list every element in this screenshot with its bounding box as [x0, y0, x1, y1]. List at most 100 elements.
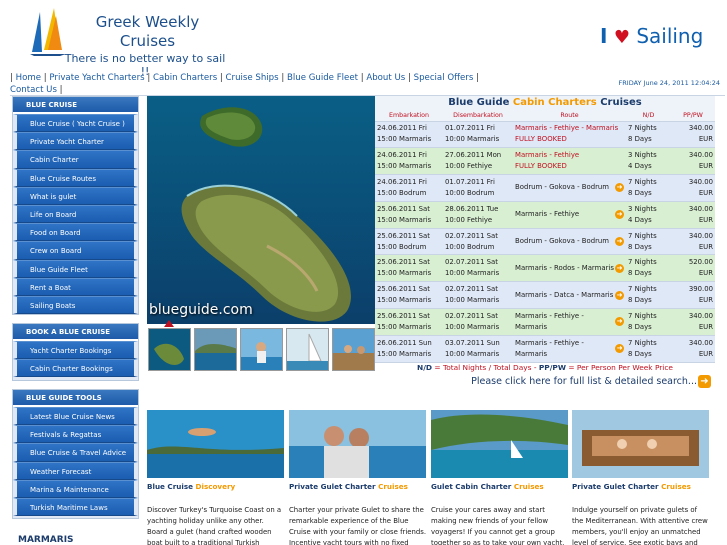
nav-cabin-charters[interactable]: Cabin Charters: [153, 73, 217, 83]
card-title[interactable]: Private Gulet Charter Cruises: [572, 482, 709, 496]
card-title[interactable]: Blue Cruise Discovery: [147, 482, 284, 496]
site-title[interactable]: Greek Weekly Cruises: [90, 13, 205, 51]
thumbnail-3[interactable]: [240, 328, 283, 371]
nav-about-us[interactable]: About Us: [366, 73, 405, 83]
days: 8 Days: [628, 269, 652, 278]
row-arrow-icon[interactable]: ➜: [615, 263, 624, 273]
legend-pp-text: = Per Person Per Week Price: [568, 363, 673, 372]
card-title[interactable]: Gulet Cabin Charter Cruises: [431, 482, 568, 496]
cruise-row[interactable]: 24.06.2011 Fri 15:00 Bodrum 01.07.2011 Fri…: [375, 174, 715, 202]
cruise-row[interactable]: 25.06.2011 Sat 15:00 Marmaris 02.07.2011 S…: [375, 281, 715, 310]
sidebar-item-marina[interactable]: Marina & Maintenance: [13, 479, 138, 498]
full-list-link[interactable]: Please click here for full list & detail…: [375, 376, 697, 387]
arrow-right-icon[interactable]: ➜: [698, 375, 711, 388]
card-blue-cruise[interactable]: Blue Cruise Discovery Discover Turkey's …: [147, 410, 284, 545]
cruise-row[interactable]: 24.06.2011 Fri 15:00 Marmaris 01.07.2011 F…: [375, 121, 715, 149]
card-cabin-charter[interactable]: Gulet Cabin Charter Cruises Cruise your …: [431, 410, 568, 545]
cell-route[interactable]: Marmaris - Rodos - Marmaris ➜: [513, 254, 626, 283]
emb-time-port: 15:00 Marmaris: [377, 296, 432, 305]
row-arrow-icon[interactable]: ➜: [615, 317, 624, 327]
card-image-gulet[interactable]: [572, 410, 709, 478]
sidebar-item-life-on-board[interactable]: Life on Board: [13, 204, 138, 224]
sidebar-item-weather[interactable]: Weather Forecast: [13, 461, 138, 480]
sidebar-item-maritime-laws[interactable]: Turkish Maritime Laws: [13, 497, 138, 517]
dis-date: 27.06.2011 Mon: [445, 151, 502, 160]
nav-special-offers[interactable]: Special Offers: [414, 73, 474, 83]
nav-home[interactable]: Home: [16, 73, 41, 83]
cruise-row[interactable]: 25.06.2011 Sat 15:00 Marmaris 28.06.2011 T…: [375, 201, 715, 229]
route-name: Bodrum - Gokova - Bodrum: [515, 183, 610, 192]
sidebar-item-crew-on-board[interactable]: Crew on Board: [13, 241, 138, 260]
sidebar-item-cabin-charter-bookings[interactable]: Cabin Charter Bookings: [13, 359, 138, 378]
island-aerial-photo[interactable]: [147, 96, 375, 324]
cell-embarkation: 25.06.2011 Sat 15:00 Marmaris: [375, 281, 443, 310]
thumbnail-1[interactable]: [148, 328, 191, 371]
sidebar-item-cabin-charter[interactable]: Cabin Charter: [13, 150, 138, 169]
sidebar-item-blue-cruise[interactable]: Blue Cruise ( Yacht Cruise ): [13, 114, 138, 133]
sidebar-item-blue-guide-fleet[interactable]: Blue Guide Fleet: [13, 259, 138, 278]
thumbnail-2[interactable]: [194, 328, 237, 371]
card-title-text: Private Gulet Charter: [572, 482, 659, 491]
dis-time-port: 10:00 Marmaris: [445, 296, 500, 305]
nav-contact-us[interactable]: Contact Us: [10, 85, 57, 95]
price-value: 340.00: [688, 231, 713, 240]
row-arrow-icon[interactable]: ➜: [615, 344, 624, 354]
sidebar-blue-cruise: BLUE CRUISE Blue Cruise ( Yacht Cruise )…: [12, 96, 139, 315]
cruise-row[interactable]: 25.06.2011 Sat 15:00 Bodrum 02.07.2011 Sat…: [375, 228, 715, 256]
card-image-diver[interactable]: [147, 410, 284, 478]
sailboat-logo-icon[interactable]: [20, 6, 80, 56]
nav-private-yacht-charters[interactable]: Private Yacht Charters: [49, 73, 144, 83]
site-title-line2: Cruises: [119, 32, 176, 50]
card-title[interactable]: Private Gulet Charter Cruises: [289, 482, 426, 496]
dis-date: 02.07.2011 Sat: [445, 311, 498, 320]
cell-disembarkation: 02.07.2011 Sat 10:00 Marmaris: [443, 308, 513, 336]
cell-route[interactable]: Marmaris - Datca - Marmaris ➜: [513, 281, 626, 310]
sidebar-item-food-on-board[interactable]: Food on Board: [13, 223, 138, 242]
legend-nd-text: = Total Nights / Total Days -: [434, 363, 537, 372]
cell-price: 340.00 EUR: [671, 201, 715, 229]
cell-route[interactable]: Marmaris - Fethiye - Marmaris ➜: [513, 335, 626, 363]
row-arrow-icon[interactable]: ➜: [615, 290, 624, 300]
card-image-couple[interactable]: [289, 410, 426, 478]
sidebar-item-festivals[interactable]: Festivals & Regattas: [13, 425, 138, 444]
cruise-row[interactable]: 25.06.2011 Sat 15:00 Marmaris 02.07.2011 S…: [375, 308, 715, 336]
cell-route[interactable]: Bodrum - Gokova - Bodrum ➜: [513, 228, 626, 256]
dis-time-port: 10:00 Bodrum: [445, 188, 495, 197]
cruise-row[interactable]: 26.06.2011 Sun 15:00 Marmaris 03.07.2011 S…: [375, 335, 715, 363]
card-private-gulet-2[interactable]: Private Gulet Charter Cruises Indulge yo…: [572, 410, 709, 545]
row-arrow-icon[interactable]: ➜: [615, 237, 624, 247]
site-title-line1: Greek Weekly: [95, 13, 200, 31]
thumbnail-4[interactable]: [286, 328, 329, 371]
love-sailing-brand: I ♥ Sailing: [600, 24, 710, 54]
sidebar-item-blue-cruise-routes[interactable]: Blue Cruise Routes: [13, 168, 138, 187]
sidebar-item-rent-a-boat[interactable]: Rent a Boat: [13, 277, 138, 296]
thumbnail-5[interactable]: [332, 328, 375, 371]
nav-blue-guide-fleet[interactable]: Blue Guide Fleet: [287, 73, 358, 83]
cell-disembarkation: 03.07.2011 Sun 10:00 Marmaris: [443, 335, 513, 363]
card-text: Charter your private Gulet to share the …: [289, 506, 427, 545]
card-image-bay[interactable]: [431, 410, 568, 478]
emb-date: 25.06.2011 Sat: [377, 311, 430, 320]
cruise-row[interactable]: 25.06.2011 Sat 15:00 Marmaris 02.07.2011 S…: [375, 254, 715, 283]
sidebar-item-yacht-charter-bookings[interactable]: Yacht Charter Bookings: [13, 341, 138, 360]
gulet-photo: [572, 410, 709, 478]
cruise-row[interactable]: 24.06.2011 Fri 15:00 Marmaris 27.06.2011 M…: [375, 147, 715, 176]
cell-route[interactable]: Marmaris - Fethiye FULLY BOOKED: [513, 147, 626, 176]
row-arrow-icon[interactable]: ➜: [615, 183, 624, 193]
cell-route[interactable]: Marmaris - Fethiye ➜: [513, 201, 626, 229]
card-private-gulet[interactable]: Private Gulet Charter Cruises Charter yo…: [289, 410, 426, 545]
sidebar-item-private-yacht-charter[interactable]: Private Yacht Charter: [13, 132, 138, 151]
sidebar-item-news[interactable]: Latest Blue Cruise News: [13, 407, 138, 426]
sidebar-item-sailing-boats[interactable]: Sailing Boats: [13, 295, 138, 315]
cell-route[interactable]: Marmaris - Fethiye - Marmaris ➜: [513, 308, 626, 336]
dis-time-port: 10:00 Marmaris: [445, 135, 500, 144]
row-arrow-icon[interactable]: ➜: [615, 210, 624, 220]
days: 4 Days: [628, 215, 652, 224]
cell-route[interactable]: Bodrum - Gokova - Bodrum ➜: [513, 174, 626, 202]
cell-route[interactable]: Marmaris - Fethiye - Marmaris FULLY BOOKE…: [513, 121, 626, 149]
nav-cruise-ships[interactable]: Cruise Ships: [226, 73, 279, 83]
nights: 7 Nights: [628, 231, 657, 240]
sidebar-item-travel-advice[interactable]: Blue Cruise & Travel Advice: [13, 443, 138, 462]
marmaris-logo[interactable]: MARMARIS: [18, 535, 74, 545]
sidebar-item-what-is-gulet[interactable]: What is gulet: [13, 186, 138, 205]
